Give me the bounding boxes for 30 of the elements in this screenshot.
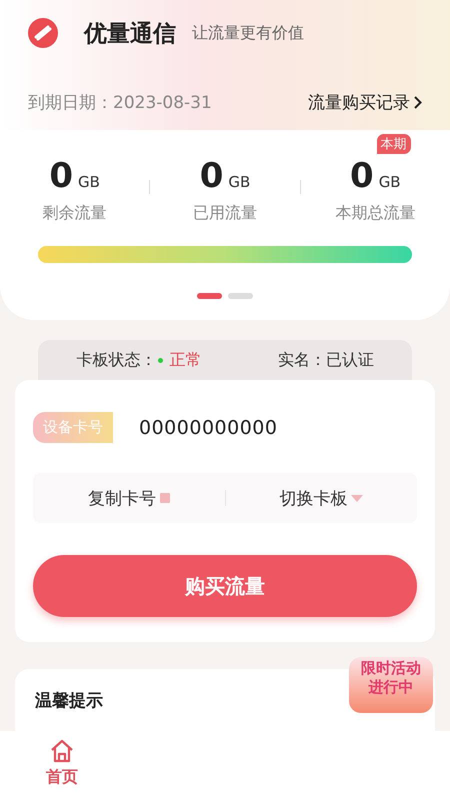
- card-number: 00000000000: [139, 416, 278, 438]
- logo-icon: [28, 18, 58, 48]
- period-badge: 本期: [376, 134, 411, 154]
- card-number-tag: 设备卡号: [33, 412, 113, 443]
- purchase-record-link[interactable]: 流量购买记录: [308, 91, 422, 114]
- nav-tab[interactable]: 首页: [40, 731, 84, 789]
- tips-title: 温馨提示: [35, 691, 103, 711]
- unit-label: GB: [378, 173, 401, 191]
- copy-number-button[interactable]: 复制卡号: [33, 473, 224, 523]
- promo-text: 限时活动: [361, 659, 421, 678]
- app-slogan: 让流量更有价值: [192, 22, 304, 44]
- switch-card-button[interactable]: 切换卡板: [226, 473, 417, 523]
- stat-label: 本期总流量: [335, 203, 416, 224]
- home-icon: [49, 739, 75, 763]
- promo-text: 进行中: [368, 678, 414, 697]
- copy-icon: [160, 493, 170, 503]
- chevron-right-icon: [414, 96, 422, 109]
- stat-label: 已用流量: [192, 203, 257, 224]
- unit-label: GB: [228, 173, 250, 191]
- app-name: 优量通信: [84, 20, 176, 48]
- expiry-date: 到期日期：2023-08-31: [28, 92, 212, 114]
- dropdown-caret-icon: [351, 494, 364, 502]
- stat-label: 剩余流量: [42, 203, 107, 224]
- card-status-value: 正常: [169, 350, 202, 370]
- card-status-label: 卡板状态：: [76, 350, 156, 370]
- data-amount: 0: [49, 156, 74, 196]
- realname-status: 实名：已认证: [278, 350, 374, 370]
- unit-label: GB: [78, 173, 100, 191]
- data-amount: 0: [200, 156, 224, 196]
- data-amount: 0: [350, 156, 374, 196]
